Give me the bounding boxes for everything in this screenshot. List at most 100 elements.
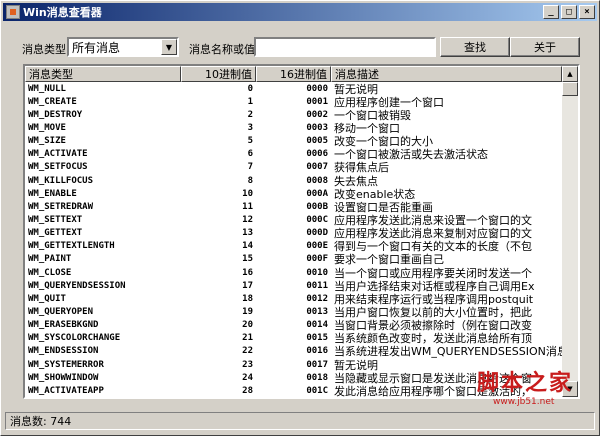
status-bar: 消息数: 744	[5, 412, 595, 430]
hex-value-cell: 0005	[306, 136, 328, 147]
title-bar[interactable]: Win消息查看器 _ □ ×	[3, 3, 597, 21]
watermark-url: www.jb51.net	[493, 397, 555, 407]
decimal-value-cell: 17	[242, 280, 253, 291]
watermark: 脚本之家 www.jb51.net	[477, 365, 597, 409]
decimal-value-cell: 22	[242, 346, 253, 357]
decimal-value-cell: 1	[247, 96, 253, 107]
hex-value-cell: 0016	[306, 346, 328, 357]
search-button[interactable]: 查找	[440, 37, 510, 57]
list-rows: WM_NULL 0 0000 暂无说明 WM_CREATE 1 0001 应用程序创建一个窗口…	[25, 82, 562, 397]
hex-value-cell: 0000	[306, 83, 328, 94]
decimal-value-cell: 15	[242, 254, 253, 265]
column-header-type[interactable]: 消息类型	[25, 66, 181, 82]
message-name-cell: WM_NULL	[28, 83, 66, 94]
message-name-cell: WM_SYSCOLORCHANGE	[28, 333, 121, 344]
decimal-value-cell: 3	[247, 122, 253, 133]
watermark-logo: 脚本之家	[477, 370, 574, 396]
message-name-cell: WM_ACTIVATE	[28, 149, 88, 160]
message-name-cell: WM_SETTEXT	[28, 214, 83, 225]
message-name-cell: WM_MOVE	[28, 122, 66, 133]
message-name-cell: WM_SHOWWINDOW	[28, 372, 99, 383]
hex-value-cell: 000D	[306, 228, 328, 239]
column-header-decimal[interactable]: 10进制值	[181, 66, 256, 82]
decimal-value-cell: 6	[247, 149, 253, 160]
decimal-value-cell: 20	[242, 320, 253, 331]
message-name-cell: WM_ENABLE	[28, 188, 77, 199]
chevron-down-icon[interactable]: ▼	[161, 39, 177, 55]
main-window: Win消息查看器 _ □ × 消息类型: 所有消息 ▼ 消息名称或值: 查找 关…	[0, 0, 600, 436]
message-name-cell: WM_KILLFOCUS	[28, 175, 94, 186]
message-name-cell: WM_GETTEXT	[28, 228, 83, 239]
hex-value-cell: 0007	[306, 162, 328, 173]
hex-value-cell: 0003	[306, 122, 328, 133]
about-button[interactable]: 关于	[510, 37, 580, 57]
decimal-value-cell: 14	[242, 241, 253, 252]
decimal-value-cell: 16	[242, 267, 253, 278]
hex-value-cell: 0017	[306, 359, 328, 370]
message-name-label: 消息名称或值:	[189, 43, 259, 56]
decimal-value-cell: 11	[242, 201, 253, 212]
message-type-label: 消息类型:	[22, 43, 70, 56]
message-name-cell: WM_GETTEXTLENGTH	[28, 241, 115, 252]
message-name-cell: WM_SETFOCUS	[28, 162, 88, 173]
message-name-cell: WM_QUIT	[28, 293, 66, 304]
message-name-cell: WM_CLOSE	[28, 267, 72, 278]
message-count: 消息数: 744	[10, 415, 72, 428]
hex-value-cell: 0011	[306, 280, 328, 291]
maximize-button[interactable]: □	[561, 5, 577, 19]
decimal-value-cell: 18	[242, 293, 253, 304]
hex-value-cell: 0012	[306, 293, 328, 304]
decimal-value-cell: 2	[247, 109, 253, 120]
hex-value-cell: 0013	[306, 306, 328, 317]
decimal-value-cell: 7	[247, 162, 253, 173]
message-list[interactable]: 消息类型 10进制值 16进制值 消息描述 WM_NULL 0 0000 暂无说明 WM…	[23, 64, 580, 399]
message-name-cell: WM_ENDSESSION	[28, 346, 99, 357]
decimal-value-cell: 23	[242, 359, 253, 370]
decimal-value-cell: 21	[242, 333, 253, 344]
scroll-up-icon[interactable]: ▲	[562, 66, 578, 82]
hex-value-cell: 001C	[306, 385, 328, 396]
decimal-value-cell: 28	[242, 385, 253, 396]
hex-value-cell: 0010	[306, 267, 328, 278]
scroll-thumb[interactable]	[562, 82, 578, 96]
hex-value-cell: 000E	[306, 241, 328, 252]
window-title: Win消息查看器	[23, 6, 102, 19]
decimal-value-cell: 24	[242, 372, 253, 383]
minimize-button[interactable]: _	[543, 5, 559, 19]
message-name-cell: WM_CREATE	[28, 96, 77, 107]
hex-value-cell: 0018	[306, 372, 328, 383]
message-type-select[interactable]: 所有消息 ▼	[67, 37, 179, 57]
app-icon[interactable]	[6, 5, 20, 19]
hex-value-cell: 000C	[306, 214, 328, 225]
hex-value-cell: 000A	[306, 188, 328, 199]
decimal-value-cell: 13	[242, 228, 253, 239]
message-name-cell: WM_ACTIVATEAPP	[28, 385, 104, 396]
close-button[interactable]: ×	[579, 5, 595, 19]
message-name-cell: WM_SIZE	[28, 136, 66, 147]
hex-value-cell: 0008	[306, 175, 328, 186]
message-name-cell: WM_ERASEBKGND	[28, 320, 99, 331]
hex-value-cell: 0002	[306, 109, 328, 120]
decimal-value-cell: 0	[247, 83, 253, 94]
decimal-value-cell: 12	[242, 214, 253, 225]
message-type-value: 所有消息	[72, 40, 121, 55]
message-name-input[interactable]	[254, 37, 436, 57]
hex-value-cell: 000B	[306, 201, 328, 212]
message-name-cell: WM_QUERYENDSESSION	[28, 280, 126, 291]
hex-value-cell: 0006	[306, 149, 328, 160]
vertical-scrollbar[interactable]: ▲ ▼	[562, 66, 578, 397]
toolbar: 消息类型: 所有消息 ▼ 消息名称或值: 查找 关于	[1, 27, 600, 57]
hex-value-cell: 0001	[306, 96, 328, 107]
decimal-value-cell: 5	[247, 136, 253, 147]
hex-value-cell: 0014	[306, 320, 328, 331]
message-name-cell: WM_DESTROY	[28, 109, 83, 120]
column-header-hex[interactable]: 16进制值	[256, 66, 331, 82]
message-name-cell: WM_QUERYOPEN	[28, 306, 94, 317]
message-name-cell: WM_PAINT	[28, 254, 72, 265]
hex-value-cell: 000F	[306, 254, 328, 265]
hex-value-cell: 0015	[306, 333, 328, 344]
decimal-value-cell: 8	[247, 175, 253, 186]
decimal-value-cell: 19	[242, 306, 253, 317]
message-name-cell: WM_SYSTEMERROR	[28, 359, 104, 370]
decimal-value-cell: 10	[242, 188, 253, 199]
